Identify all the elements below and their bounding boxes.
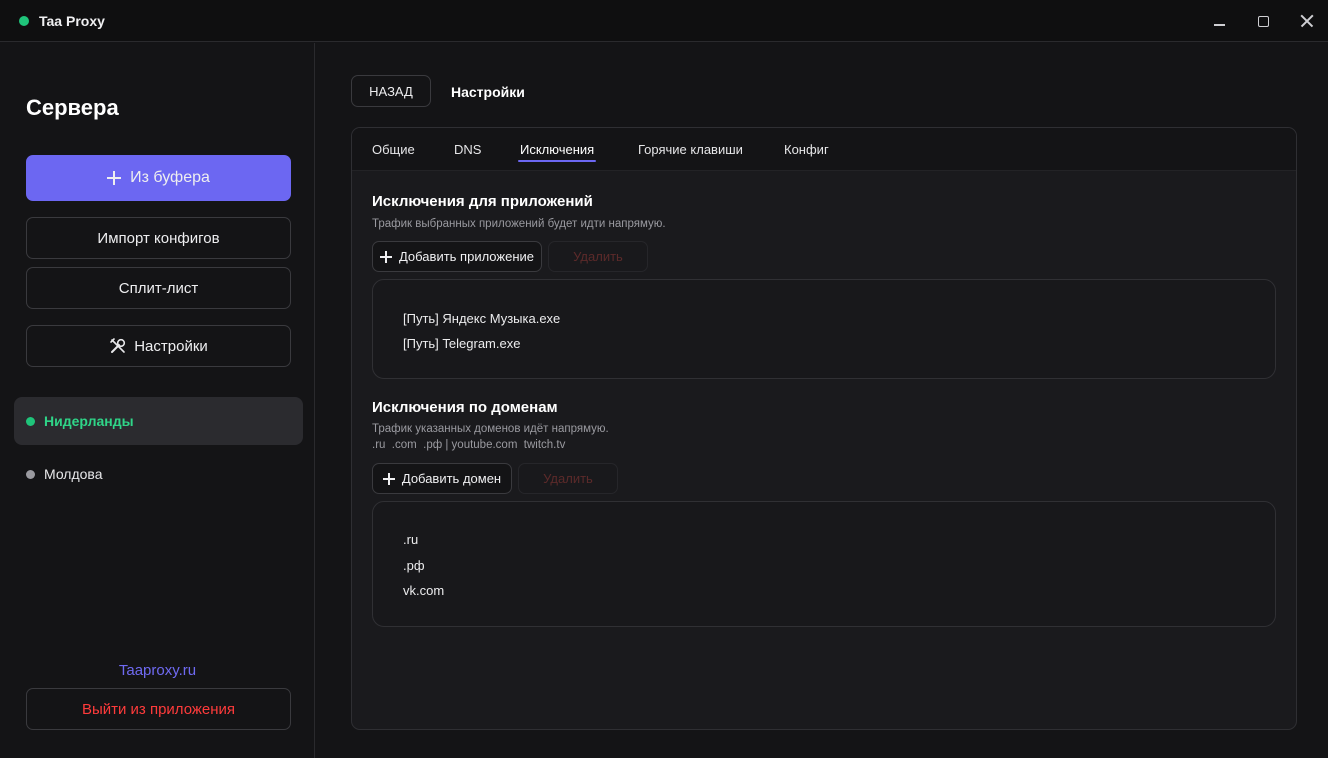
domains-section-hint: .ru .com .рф | youtube.com twitch.tv bbox=[372, 439, 566, 451]
list-item[interactable]: vk.com bbox=[403, 583, 444, 598]
apps-section-title: Исключения для приложений bbox=[372, 193, 593, 210]
close-icon[interactable] bbox=[1295, 10, 1319, 32]
domains-section-title: Исключения по доменам bbox=[372, 399, 558, 416]
tab-hotkeys[interactable]: Горячие клавиши bbox=[638, 142, 743, 157]
apps-list: [Путь] Яндекс Музыка.exe [Путь] Telegram… bbox=[372, 279, 1276, 379]
server-name: Нидерланды bbox=[44, 413, 134, 429]
page-title: Настройки bbox=[451, 84, 525, 100]
settings-panel: Общие DNS Исключения Горячие клавиши Кон… bbox=[351, 127, 1297, 730]
list-item[interactable]: [Путь] Яндекс Музыка.exe bbox=[403, 311, 560, 326]
tab-dns[interactable]: DNS bbox=[454, 142, 481, 157]
title-bar: Taa Proxy bbox=[0, 0, 1328, 42]
exit-label: Выйти из приложения bbox=[81, 700, 236, 718]
add-domain-label: Добавить домен bbox=[401, 471, 502, 486]
list-item[interactable]: [Путь] Telegram.exe bbox=[403, 336, 520, 351]
sidebar: Сервера Из буфера Импорт конфигов Сплит-… bbox=[0, 43, 315, 758]
import-configs-label: Импорт конфигов bbox=[97, 229, 220, 247]
plus-icon bbox=[379, 250, 392, 263]
maximize-icon[interactable] bbox=[1252, 10, 1276, 32]
domains-list: .ru .рф vk.com bbox=[372, 501, 1276, 627]
plus-icon bbox=[107, 171, 122, 185]
tab-exclusions[interactable]: Исключения bbox=[517, 142, 597, 162]
site-link[interactable]: Taaproxy.ru bbox=[0, 662, 315, 679]
add-app-button[interactable]: Добавить приложение bbox=[372, 241, 542, 272]
offline-dot-icon bbox=[26, 469, 35, 479]
list-item[interactable]: .ru bbox=[403, 532, 418, 547]
server-item-moldova[interactable]: Молдова bbox=[14, 450, 303, 498]
from-clipboard-button[interactable]: Из буфера bbox=[26, 155, 291, 201]
plus-icon bbox=[382, 472, 395, 485]
add-domain-button[interactable]: Добавить домен bbox=[372, 463, 512, 494]
server-name: Молдова bbox=[44, 466, 103, 482]
server-item-netherlands[interactable]: Нидерланды bbox=[14, 397, 303, 445]
add-app-label: Добавить приложение bbox=[398, 249, 534, 264]
tab-config[interactable]: Конфиг bbox=[784, 142, 829, 157]
tab-bar: Общие DNS Исключения Горячие клавиши Кон… bbox=[352, 128, 1296, 171]
back-button[interactable]: НАЗАД bbox=[351, 75, 431, 107]
split-list-button[interactable]: Сплит-лист bbox=[26, 267, 291, 309]
domains-section-subtitle: Трафик указанных доменов идёт напрямую. bbox=[372, 423, 609, 435]
status-dot-icon bbox=[19, 16, 29, 26]
import-configs-button[interactable]: Импорт конфигов bbox=[26, 217, 291, 259]
tab-general[interactable]: Общие bbox=[372, 142, 415, 157]
from-clipboard-label: Из буфера bbox=[130, 169, 210, 186]
delete-app-button[interactable]: Удалить bbox=[548, 241, 648, 272]
exit-button[interactable]: Выйти из приложения bbox=[26, 688, 291, 730]
window-title: Taa Proxy bbox=[39, 13, 105, 29]
online-dot-icon bbox=[26, 416, 35, 426]
split-list-label: Сплит-лист bbox=[118, 279, 199, 297]
settings-button[interactable]: Настройки bbox=[26, 325, 291, 367]
settings-label: Настройки bbox=[134, 337, 208, 355]
sidebar-title: Сервера bbox=[26, 95, 119, 120]
tools-icon bbox=[110, 338, 126, 353]
delete-domain-button[interactable]: Удалить bbox=[518, 463, 618, 494]
minimize-icon[interactable] bbox=[1208, 10, 1232, 32]
list-item[interactable]: .рф bbox=[403, 558, 425, 573]
apps-section-subtitle: Трафик выбранных приложений будет идти н… bbox=[372, 218, 666, 230]
